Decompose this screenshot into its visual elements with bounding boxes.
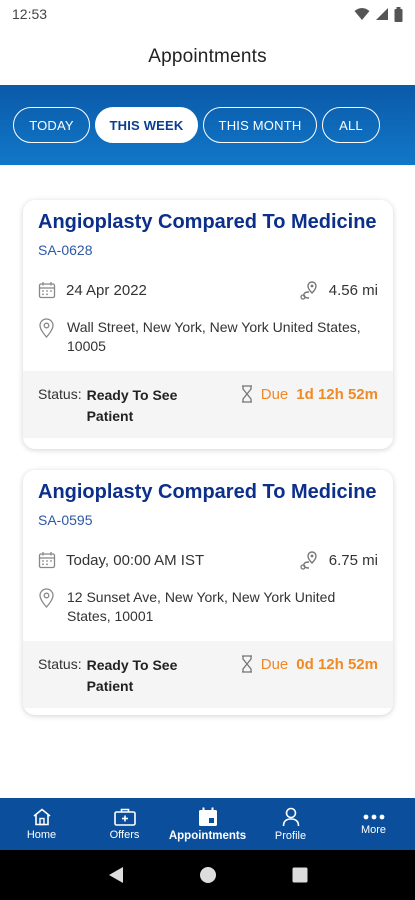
signal-icon <box>376 8 388 20</box>
appointment-address: Wall Street, New York, New York United S… <box>67 319 361 354</box>
route-icon <box>300 281 317 300</box>
due-value: 1d 12h 52m <box>296 385 378 403</box>
filter-today[interactable]: TODAY <box>13 107 90 143</box>
page-title: Appointments <box>148 45 267 67</box>
appointment-card[interactable]: Angioplasty Compared To Medicine SA-0628… <box>23 200 393 449</box>
nav-offers[interactable]: Offers <box>83 798 166 850</box>
nav-profile[interactable]: Profile <box>249 798 332 850</box>
wifi-icon <box>354 8 370 20</box>
nav-appointments-label: Appointments <box>168 829 247 842</box>
nav-home[interactable]: Home <box>0 798 83 850</box>
filter-this-week[interactable]: THIS WEEK <box>95 107 198 143</box>
appointment-id: SA-0595 <box>38 512 93 528</box>
home-icon <box>32 807 51 825</box>
nav-more-label: More <box>360 823 387 836</box>
due-value: 0d 12h 52m <box>296 655 378 673</box>
nav-appointments[interactable]: Appointments <box>166 798 249 850</box>
filter-this-month[interactable]: THIS MONTH <box>203 107 317 143</box>
appointments-list: Angioplasty Compared To Medicine SA-0628… <box>0 165 415 798</box>
status-row: Status: Ready To See Patient Due 0d 12h … <box>23 641 393 708</box>
calendar-icon <box>198 807 217 826</box>
bottom-nav: Home Offers Appointments Profile More <box>0 798 415 850</box>
status-time: 12:53 <box>12 6 48 22</box>
appointment-distance: 6.75 mi <box>328 551 378 569</box>
status-bar: 12:53 <box>0 0 415 28</box>
status-icons <box>354 6 403 22</box>
hourglass-icon <box>241 385 252 403</box>
battery-icon <box>394 6 403 22</box>
appointment-date: Today, 00:00 AM IST <box>66 551 205 569</box>
due-label: Due <box>260 655 289 673</box>
nav-more[interactable]: More <box>332 798 415 850</box>
back-icon[interactable] <box>108 866 124 884</box>
nav-home-label: Home <box>26 828 57 841</box>
appointment-title: Angioplasty Compared To Medicine <box>38 211 377 233</box>
offers-icon <box>113 808 136 826</box>
due-indicator: Due 0d 12h 52m <box>241 655 378 673</box>
due-label: Due <box>260 385 289 403</box>
nav-offers-label: Offers <box>109 828 140 841</box>
appointment-distance: 4.56 mi <box>328 281 378 299</box>
nav-profile-label: Profile <box>274 829 307 842</box>
status-value: Ready To See Patient <box>86 387 178 424</box>
route-icon <box>300 551 317 570</box>
profile-icon <box>282 807 299 826</box>
hourglass-icon <box>241 655 252 673</box>
filter-bar: TODAY THIS WEEK THIS MONTH ALL <box>0 85 415 165</box>
appointment-title: Angioplasty Compared To Medicine <box>38 481 377 503</box>
appointment-card[interactable]: Angioplasty Compared To Medicine SA-0595… <box>23 470 393 715</box>
due-indicator: Due 1d 12h 52m <box>241 385 378 403</box>
appointment-date: 24 Apr 2022 <box>66 281 147 299</box>
calendar-icon <box>38 282 56 299</box>
status-label: Status: <box>38 656 82 672</box>
recents-icon[interactable] <box>292 867 308 883</box>
app-header: Appointments <box>0 28 415 85</box>
status-row: Status: Ready To See Patient Due 1d 12h … <box>23 371 393 438</box>
location-pin-icon <box>39 318 54 338</box>
filter-all[interactable]: ALL <box>322 107 380 143</box>
system-nav-bar <box>0 850 415 900</box>
status-value: Ready To See Patient <box>86 657 178 694</box>
home-button-icon[interactable] <box>199 866 217 884</box>
status-label: Status: <box>38 386 82 402</box>
appointment-address: 12 Sunset Ave, New York, New York United… <box>67 589 336 624</box>
more-icon <box>363 814 384 819</box>
appointment-id: SA-0628 <box>38 242 93 258</box>
calendar-icon <box>38 552 56 569</box>
location-pin-icon <box>39 588 54 608</box>
